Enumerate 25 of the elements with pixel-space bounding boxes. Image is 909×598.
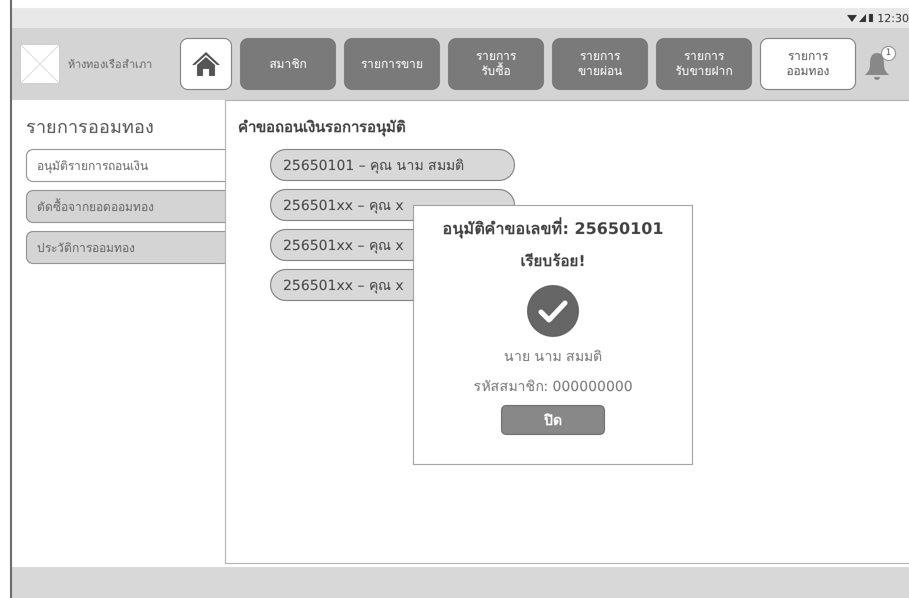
- nav-tab[interactable]: สมาชิก: [240, 38, 336, 90]
- clock-time: 12:30: [877, 12, 909, 24]
- check-icon: [527, 285, 579, 337]
- request-item[interactable]: 25650101 – คุณ นาม สมมติ: [270, 149, 515, 181]
- nav-tab[interactable]: รายการ รับขายฝาก: [656, 38, 752, 90]
- nav-tab[interactable]: รายการ ขายผ่อน: [552, 38, 648, 90]
- member-name: นาย นาม สมมติ: [504, 348, 602, 367]
- bell-icon: [864, 50, 890, 82]
- nav-tab[interactable]: รายการขาย: [344, 38, 440, 90]
- section-title: คำขอถอนเงินรอการอนุมัติ: [238, 117, 406, 138]
- sidebar-item[interactable]: ตัดซื้อจากยอดออมทอง: [26, 190, 225, 223]
- member-id: รหัสสมาชิก: 000000000: [473, 378, 633, 397]
- sidebar-item[interactable]: ประวัติการออมทอง: [26, 231, 225, 264]
- sidebar-item[interactable]: อนุมัติรายการถอนเงิน: [26, 149, 225, 182]
- nav-tab[interactable]: รายการ ออมทอง: [760, 38, 856, 90]
- signal-battery-icon: [847, 13, 874, 23]
- success-message: เรียบร้อย!: [520, 251, 586, 272]
- nav-tab[interactable]: รายการ รับซื้อ: [448, 38, 544, 90]
- close-button[interactable]: ปิด: [501, 405, 605, 435]
- home-icon: [191, 50, 221, 78]
- sidebar-title: รายการออมทอง: [26, 116, 155, 140]
- logo-placeholder-icon: [20, 44, 60, 84]
- notification-badge: 1: [881, 46, 896, 61]
- home-button[interactable]: [180, 38, 232, 90]
- shop-name: ห้างทองเรือสำเภา: [68, 57, 153, 73]
